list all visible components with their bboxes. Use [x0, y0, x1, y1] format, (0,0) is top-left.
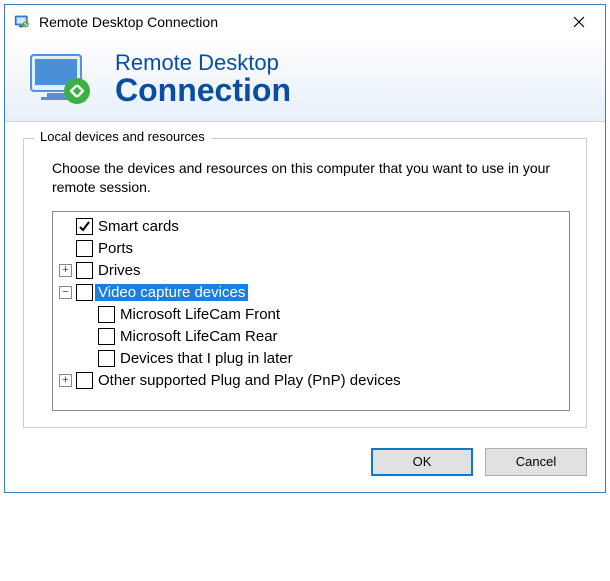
cancel-button[interactable]: Cancel	[485, 448, 587, 476]
checkbox-video-capture[interactable]	[76, 284, 93, 301]
tree-item-video-capture[interactable]: − Video capture devices	[59, 282, 563, 304]
button-row: OK Cancel	[5, 434, 605, 492]
local-devices-groupbox: Local devices and resources Choose the d…	[23, 138, 587, 428]
tree-item-other-pnp[interactable]: + Other supported Plug and Play (PnP) de…	[59, 370, 563, 392]
banner-line1: Remote Desktop	[115, 50, 279, 75]
tree-item-drives[interactable]: + Drives	[59, 260, 563, 282]
checkbox-smart-cards[interactable]	[76, 218, 93, 235]
tree-label: Microsoft LifeCam Front	[117, 306, 283, 323]
close-button[interactable]	[557, 7, 601, 37]
tree-label: Video capture devices	[95, 284, 248, 301]
banner-line2: Connection	[115, 74, 291, 108]
expand-drives-icon[interactable]: +	[59, 264, 72, 277]
device-tree[interactable]: Smart cards Ports + Drives − Video captu…	[52, 211, 570, 411]
checkbox-ports[interactable]	[76, 240, 93, 257]
dialog-window: Remote Desktop Connection Remote Desktop…	[4, 4, 606, 493]
collapse-video-icon[interactable]: −	[59, 286, 72, 299]
titlebar: Remote Desktop Connection	[5, 5, 605, 39]
tree-label: Ports	[95, 240, 136, 257]
checkbox-other-pnp[interactable]	[76, 372, 93, 389]
ok-button[interactable]: OK	[371, 448, 473, 476]
banner-text: Remote Desktop Connection	[115, 51, 291, 108]
tree-label: Drives	[95, 262, 144, 279]
checkbox-plug-later[interactable]	[98, 350, 115, 367]
tree-item-ports[interactable]: Ports	[59, 238, 563, 260]
tree-label: Other supported Plug and Play (PnP) devi…	[95, 372, 404, 389]
tree-label: Microsoft LifeCam Rear	[117, 328, 281, 345]
tree-item-lifecam-rear[interactable]: Microsoft LifeCam Rear	[59, 326, 563, 348]
banner: Remote Desktop Connection	[5, 39, 605, 122]
tree-item-lifecam-front[interactable]: Microsoft LifeCam Front	[59, 304, 563, 326]
tree-item-smart-cards[interactable]: Smart cards	[59, 216, 563, 238]
content-area: Local devices and resources Choose the d…	[5, 122, 605, 434]
checkbox-lifecam-front[interactable]	[98, 306, 115, 323]
instruction-text: Choose the devices and resources on this…	[52, 159, 568, 197]
groupbox-legend: Local devices and resources	[34, 129, 211, 144]
app-icon	[13, 13, 31, 31]
tree-label: Smart cards	[95, 218, 182, 235]
tree-item-plug-later[interactable]: Devices that I plug in later	[59, 348, 563, 370]
rdc-banner-icon	[25, 49, 97, 109]
checkbox-drives[interactable]	[76, 262, 93, 279]
expand-pnp-icon[interactable]: +	[59, 374, 72, 387]
checkbox-lifecam-rear[interactable]	[98, 328, 115, 345]
window-title: Remote Desktop Connection	[39, 14, 557, 30]
tree-label: Devices that I plug in later	[117, 350, 296, 367]
